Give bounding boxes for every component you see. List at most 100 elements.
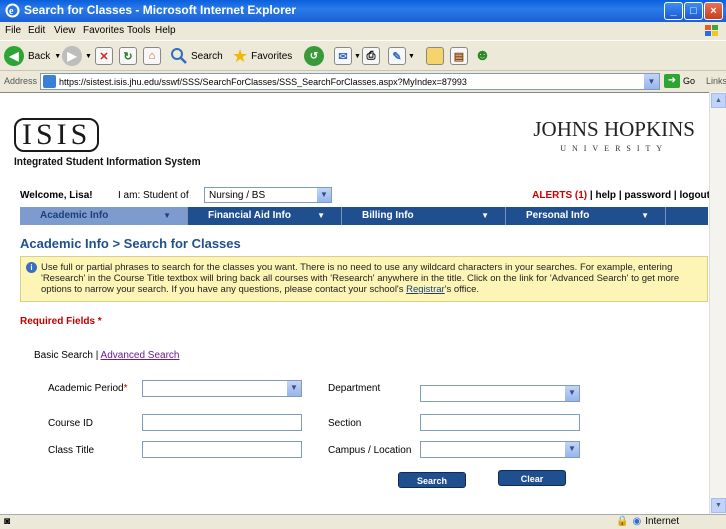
- basic-search-label: Basic Search: [34, 350, 93, 361]
- advanced-search-link[interactable]: Advanced Search: [101, 350, 180, 361]
- tab-academic-info[interactable]: Academic Info ▼: [20, 207, 188, 225]
- svg-text:e: e: [9, 6, 14, 17]
- forward-button[interactable]: ▶ ▼: [62, 45, 92, 67]
- close-button[interactable]: ×: [704, 2, 723, 20]
- search-button[interactable]: Search: [170, 45, 223, 67]
- info-icon: i: [26, 262, 37, 273]
- minimize-button[interactable]: _: [664, 2, 683, 20]
- iam-label: I am: Student of: [118, 190, 189, 201]
- back-button[interactable]: ◀ Back ▼: [4, 45, 61, 67]
- menu-help[interactable]: Help: [155, 25, 176, 36]
- chevron-down-icon: ▼: [641, 211, 649, 220]
- isis-logo: ISIS Integrated Student Information Syst…: [14, 118, 217, 168]
- url-text: https://sistest.isis.jhu.edu/sswf/SSS/Se…: [59, 77, 467, 87]
- logout-link[interactable]: logout: [679, 190, 709, 201]
- chevron-down-icon: ▼: [565, 386, 579, 401]
- favorites-button[interactable]: ★ Favorites: [232, 45, 292, 67]
- window-title: Search for Classes - Microsoft Internet …: [24, 3, 297, 17]
- help-link[interactable]: help: [595, 190, 616, 201]
- folder-button[interactable]: [426, 45, 444, 67]
- refresh-icon: ↻: [119, 47, 137, 65]
- menu-edit[interactable]: Edit: [28, 25, 45, 36]
- jhu-logo: JOHNS HOPKINS UNIVERSITY: [533, 117, 695, 153]
- chevron-down-icon: ▼: [354, 52, 361, 60]
- jhu-university: UNIVERSITY: [560, 144, 669, 153]
- browser-window: e Search for Classes - Microsoft Interne…: [0, 0, 726, 529]
- program-select[interactable]: Nursing / BS ▼: [204, 187, 332, 203]
- campus-location-label: Campus / Location: [328, 445, 412, 456]
- go-button[interactable]: ➜ Go: [664, 74, 695, 88]
- ie-logo-icon: e: [5, 3, 20, 18]
- search-submit-button[interactable]: Search: [398, 472, 466, 488]
- vertical-scrollbar[interactable]: ▲ ▼: [709, 92, 726, 514]
- star-icon: ★: [232, 45, 249, 66]
- alerts-link[interactable]: ALERTS (1): [532, 190, 587, 201]
- messenger-icon: ☻: [474, 47, 491, 64]
- required-fields-note: Required Fields *: [20, 316, 102, 327]
- section-input[interactable]: [420, 414, 580, 431]
- research-button[interactable]: ▤: [450, 45, 468, 67]
- chevron-down-icon: ▼: [408, 52, 415, 60]
- edit-button[interactable]: ✎ ▼: [388, 45, 415, 67]
- main-nav: Academic Info ▼ Financial Aid Info ▼ Bil…: [20, 207, 708, 225]
- info-text: Use full or partial phrases to search fo…: [41, 262, 680, 295]
- menu-favorites[interactable]: Favorites: [83, 25, 124, 36]
- user-bar: Welcome, Lisa! I am: Student of Nursing …: [20, 187, 709, 205]
- search-mode-links: Basic Search | Advanced Search: [34, 350, 180, 361]
- class-title-label: Class Title: [48, 445, 95, 456]
- tab-personal-info[interactable]: Personal Info ▼: [506, 207, 666, 225]
- academic-period-select[interactable]: ▼: [142, 380, 302, 397]
- address-label: Address: [4, 76, 38, 86]
- research-icon: ▤: [450, 47, 468, 65]
- history-icon: ↺: [304, 46, 324, 66]
- clear-button[interactable]: Clear: [498, 470, 566, 486]
- tab-financial-aid-info[interactable]: Financial Aid Info ▼: [188, 207, 342, 225]
- campus-location-select[interactable]: ▼: [420, 441, 580, 458]
- scroll-down-icon[interactable]: ▼: [711, 498, 726, 513]
- refresh-button[interactable]: ↻: [119, 45, 137, 67]
- academic-period-label: Academic Period*: [48, 383, 128, 394]
- isis-logo-text: ISIS: [14, 118, 100, 152]
- tab-billing-info[interactable]: Billing Info ▼: [342, 207, 506, 225]
- home-button[interactable]: ⌂: [143, 45, 161, 67]
- stop-icon: ✕: [95, 47, 113, 65]
- go-arrow-icon: ➜: [664, 74, 680, 88]
- registrar-link[interactable]: Registrar: [406, 284, 445, 295]
- edit-page-icon: ✎: [388, 47, 406, 65]
- messenger-button[interactable]: ☻: [474, 45, 491, 67]
- isis-subtitle: Integrated Student Information System: [14, 156, 201, 168]
- scroll-up-icon[interactable]: ▲: [711, 93, 726, 108]
- jhu-name: JOHNS HOPKINS: [533, 117, 695, 141]
- menu-file[interactable]: File: [5, 25, 21, 36]
- print-button[interactable]: ⎙: [362, 45, 380, 67]
- links-button[interactable]: Links: [706, 76, 726, 86]
- welcome-text: Welcome, Lisa!: [20, 190, 93, 201]
- department-select[interactable]: ▼: [420, 385, 580, 402]
- menu-bar: File Edit View Favorites Tools Help: [0, 22, 726, 40]
- lock-icon: 🔒: [616, 516, 629, 527]
- menu-view[interactable]: View: [54, 25, 76, 36]
- stop-button[interactable]: ✕: [95, 45, 113, 67]
- page-icon: [43, 75, 56, 88]
- chevron-down-icon: ▼: [481, 211, 489, 220]
- department-label: Department: [328, 383, 381, 394]
- mail-button[interactable]: ✉ ▼: [334, 45, 361, 67]
- chevron-down-icon: ▼: [163, 211, 171, 220]
- security-zone: 🔒 ◉ Internet: [616, 516, 679, 527]
- history-button[interactable]: ↺: [304, 45, 324, 67]
- back-arrow-icon: ◀: [4, 46, 24, 66]
- chevron-down-icon[interactable]: ▼: [644, 74, 659, 89]
- page-status-icon: ◙: [4, 516, 11, 527]
- chevron-down-icon: ▼: [565, 442, 579, 457]
- address-input[interactable]: https://sistest.isis.jhu.edu/sswf/SSS/Se…: [40, 73, 660, 90]
- password-link[interactable]: password: [624, 190, 671, 201]
- info-box: i Use full or partial phrases to search …: [20, 256, 708, 302]
- section-label: Section: [328, 418, 362, 429]
- course-id-input[interactable]: [142, 414, 302, 431]
- zone-label: Internet: [645, 516, 680, 527]
- menu-tools[interactable]: Tools: [127, 25, 150, 36]
- search-icon: [171, 48, 187, 64]
- maximize-button[interactable]: □: [684, 2, 703, 20]
- toolbar: ◀ Back ▼ ▶ ▼ ✕ ↻ ⌂ Search ★ Favorites ↺ …: [0, 40, 726, 70]
- class-title-input[interactable]: [142, 441, 302, 458]
